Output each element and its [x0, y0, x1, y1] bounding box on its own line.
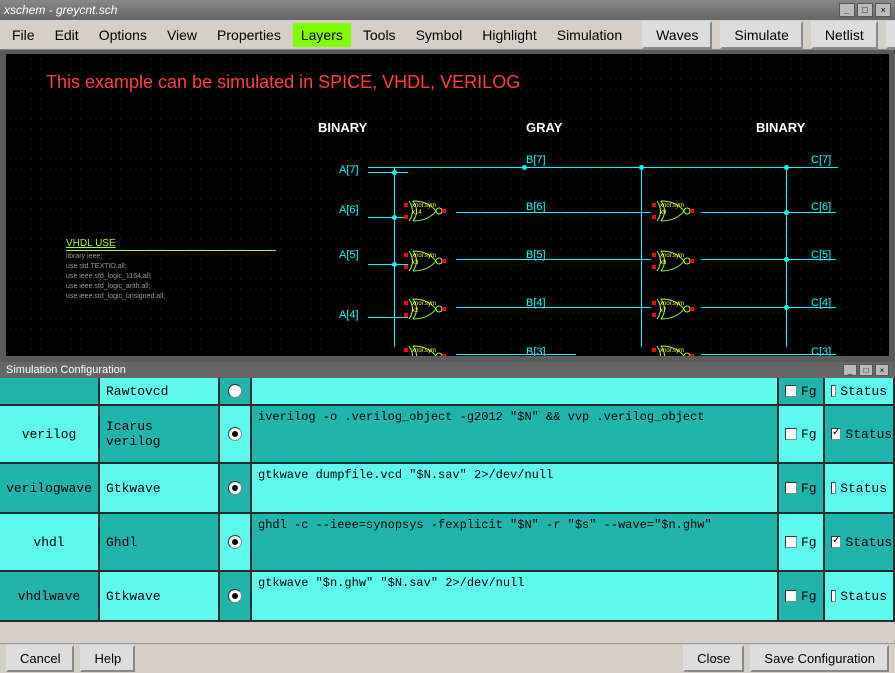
cell-tool: Rawtovcd — [100, 378, 220, 404]
cell-cmd[interactable]: gtkwave dumpfile.vcd "$N.sav" 2>/dev/nul… — [252, 464, 779, 512]
cell-type: vhdlwave — [0, 572, 100, 620]
window-title: xschem - greycnt.sch — [4, 3, 839, 17]
cell-type: verilog — [0, 406, 100, 462]
menu-highlight[interactable]: Highlight — [474, 23, 544, 47]
cell-type: vhdl — [0, 514, 100, 570]
help-button[interactable]: Help — [886, 21, 895, 49]
menu-simulation[interactable]: Simulation — [549, 23, 630, 47]
close-button[interactable]: × — [875, 3, 891, 17]
gate-right5: xnor.sym — [654, 344, 694, 362]
table-row: vhdlwave Gtkwave gtkwave "$n.ghw" "$N.sa… — [0, 572, 895, 622]
cell-tool: Gtkwave — [100, 464, 220, 512]
cell-cmd[interactable]: ghdl -c --ieee=synopsys -fexplicit "$N" … — [252, 514, 779, 570]
signal-b3: B[3] — [526, 346, 546, 358]
cell-cmd[interactable]: gtkwave "$n.ghw" "$N.sav" 2>/dev/null — [252, 572, 779, 620]
cell-radio[interactable] — [220, 514, 252, 570]
cancel-button[interactable]: Cancel — [6, 645, 74, 672]
menu-options[interactable]: Options — [91, 23, 155, 47]
signal-c7: C[7] — [811, 154, 831, 166]
simconf-close-icon[interactable]: × — [875, 364, 889, 376]
signal-c3: C[3] — [811, 346, 831, 358]
cell-status[interactable]: Status — [825, 572, 895, 620]
help-button[interactable]: Help — [80, 645, 135, 672]
table-row: verilog Icarus verilog iverilog -o .veri… — [0, 406, 895, 464]
cell-type — [0, 378, 100, 404]
menu-file[interactable]: File — [4, 23, 43, 47]
cell-status[interactable]: ✓Status — [825, 514, 895, 570]
cell-tool: Gtkwave — [100, 572, 220, 620]
minimize-button[interactable]: _ — [839, 3, 855, 17]
close-button[interactable]: Close — [683, 645, 744, 672]
vhdl-line: use ieee.std_logic_arith.all; — [66, 282, 276, 291]
vhdl-line: library ieee; — [66, 252, 276, 261]
menu-edit[interactable]: Edit — [47, 23, 87, 47]
cell-radio[interactable] — [220, 464, 252, 512]
schematic-canvas[interactable]: This example can be simulated in SPICE, … — [0, 50, 895, 362]
vhdl-block: VHDL USE library ieee; use std.TEXTIO.al… — [66, 238, 276, 301]
simconf-maximize-icon[interactable]: □ — [859, 364, 873, 376]
canvas-title: This example can be simulated in SPICE, … — [46, 72, 520, 93]
cell-status[interactable]: ✓Status — [825, 406, 895, 462]
simconf-table: Rawtovcd Fg Status verilog Icarus verilo… — [0, 378, 895, 643]
dot-grid — [6, 54, 889, 356]
maximize-button[interactable]: □ — [857, 3, 873, 17]
gate-x9: xnor.symx9 — [654, 199, 694, 223]
col-binary2: BINARY — [756, 120, 805, 135]
cell-fg[interactable]: Fg — [779, 406, 825, 462]
waves-button[interactable]: Waves — [642, 21, 712, 49]
menu-layers[interactable]: Layers — [293, 23, 351, 47]
gate-x2: xnor.symx2 — [406, 297, 446, 321]
signal-b7: B[7] — [526, 154, 546, 166]
menu-view[interactable]: View — [159, 23, 205, 47]
gate-x7: xnor.symx7 — [654, 297, 694, 321]
cell-radio[interactable] — [220, 572, 252, 620]
menu-properties[interactable]: Properties — [209, 23, 289, 47]
cell-radio[interactable] — [220, 406, 252, 462]
col-binary1: BINARY — [318, 120, 367, 135]
cell-tool: Icarus verilog — [100, 406, 220, 462]
simconf-footer: Cancel Help Close Save Configuration — [0, 643, 895, 673]
cell-cmd[interactable] — [252, 378, 779, 404]
gate-x14: xnor.symx14 — [406, 199, 446, 223]
gate-x8: xnor.symx8 — [654, 249, 694, 273]
simconf-panel: Rawtovcd Fg Status verilog Icarus verilo… — [0, 378, 895, 673]
col-gray: GRAY — [526, 120, 562, 135]
main-titlebar: xschem - greycnt.sch _ □ × — [0, 0, 895, 20]
cell-cmd[interactable]: iverilog -o .verilog_object -g2012 "$N" … — [252, 406, 779, 462]
gate-x3: xnor.symx3 — [406, 249, 446, 273]
cell-fg[interactable]: Fg — [779, 572, 825, 620]
signal-a5: A[5] — [339, 249, 359, 261]
signal-a6: A[6] — [339, 204, 359, 216]
menu-tools[interactable]: Tools — [355, 23, 404, 47]
cell-fg[interactable]: Fg — [779, 464, 825, 512]
cell-status[interactable]: Status — [825, 378, 895, 404]
vhdl-header: VHDL USE — [66, 238, 276, 251]
menubar: File Edit Options View Properties Layers… — [0, 20, 895, 50]
simulate-button[interactable]: Simulate — [720, 21, 802, 49]
save-config-button[interactable]: Save Configuration — [750, 645, 889, 672]
vhdl-line: use ieee.std_logic_1164.all; — [66, 272, 276, 281]
menu-symbol[interactable]: Symbol — [408, 23, 471, 47]
cell-tool: Ghdl — [100, 514, 220, 570]
vhdl-line: use ieee.std_logic_unsigned.all; — [66, 292, 276, 301]
simconf-titlebar: Simulation Configuration _ □ × — [0, 362, 895, 378]
table-row: Rawtovcd Fg Status — [0, 378, 895, 406]
cell-fg[interactable]: Fg — [779, 514, 825, 570]
netlist-button[interactable]: Netlist — [811, 21, 878, 49]
gate-left4: xnor.sym — [406, 344, 446, 362]
signal-a7: A[7] — [339, 164, 359, 176]
cell-fg[interactable]: Fg — [779, 378, 825, 404]
cell-type: verilogwave — [0, 464, 100, 512]
vhdl-line: use std.TEXTIO.all; — [66, 262, 276, 271]
cell-radio[interactable] — [220, 378, 252, 404]
table-row: verilogwave Gtkwave gtkwave dumpfile.vcd… — [0, 464, 895, 514]
simconf-title-text: Simulation Configuration — [6, 364, 126, 376]
simconf-minimize-icon[interactable]: _ — [843, 364, 857, 376]
cell-status[interactable]: Status — [825, 464, 895, 512]
signal-a4: A[4] — [339, 309, 359, 321]
table-row: vhdl Ghdl ghdl -c --ieee=synopsys -fexpl… — [0, 514, 895, 572]
